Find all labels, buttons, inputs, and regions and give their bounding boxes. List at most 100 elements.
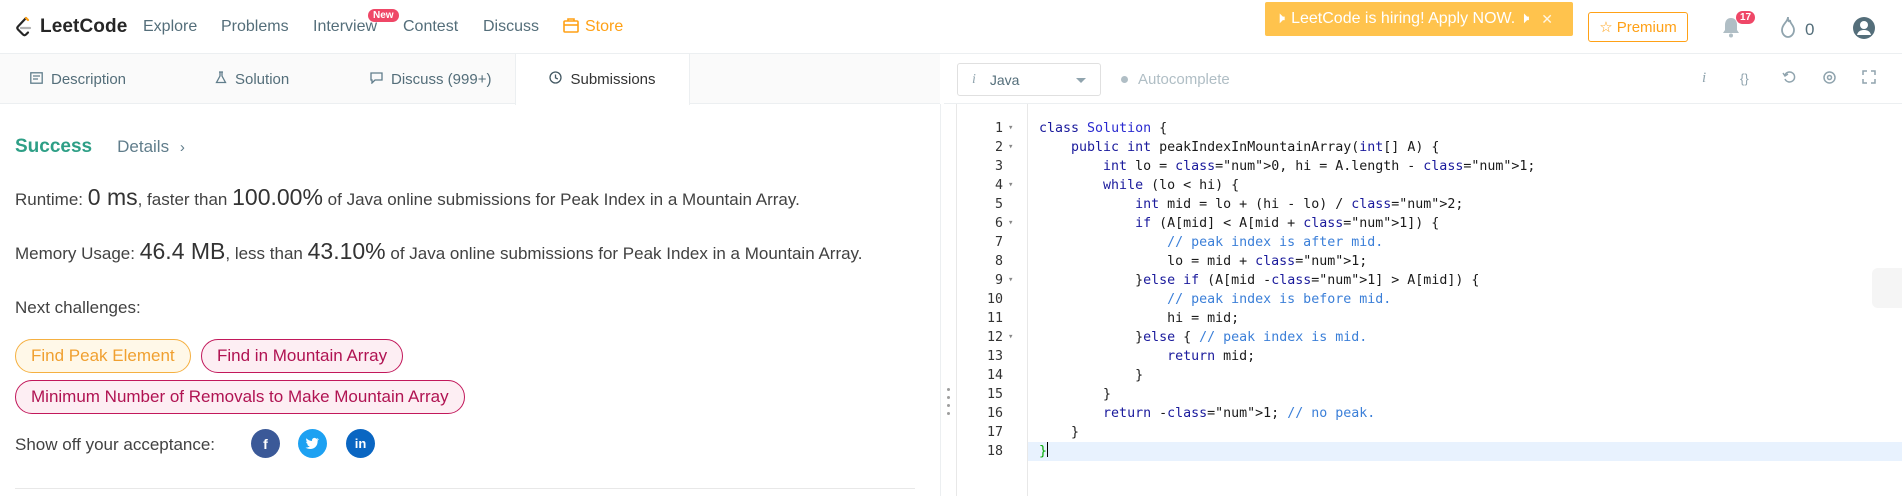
code-line[interactable]: 4 ▾ while (lo < hi) { bbox=[995, 176, 1902, 195]
code-braces-icon[interactable]: {} bbox=[1740, 71, 1749, 86]
line-number: 5 bbox=[994, 197, 1003, 212]
code-line[interactable]: 7 // peak index is after mid. bbox=[995, 233, 1902, 252]
line-number: 1 bbox=[994, 121, 1003, 136]
line-number: 10 bbox=[986, 292, 1003, 307]
tab-submissions[interactable]: Submissions bbox=[515, 54, 690, 105]
code-line[interactable]: 16 return -class="num">1; // no peak. bbox=[987, 404, 1902, 423]
tab-discuss[interactable]: Discuss (999+) bbox=[370, 54, 491, 104]
code-text: }else if (A[mid -class="num">1] > A[mid]… bbox=[1039, 273, 1480, 288]
facebook-icon[interactable]: f bbox=[251, 429, 280, 458]
fold-toggle-icon[interactable]: ▾ bbox=[1008, 328, 1013, 347]
code-line[interactable]: 18} bbox=[987, 442, 1902, 461]
nav-interview[interactable]: Interview bbox=[313, 18, 377, 36]
drag-handle-icon[interactable] bbox=[947, 388, 950, 415]
share-label: Show off your acceptance: bbox=[15, 435, 216, 454]
store-icon bbox=[563, 18, 579, 39]
tab-submissions-label: Submissions bbox=[570, 71, 656, 88]
line-number: 7 bbox=[994, 235, 1003, 250]
code-line[interactable]: 3 int lo = class="num">0, hi = A.length … bbox=[995, 157, 1902, 176]
clock-icon bbox=[549, 71, 563, 88]
new-badge: New bbox=[368, 9, 399, 22]
code-line[interactable]: 8 lo = mid + class="num">1; bbox=[995, 252, 1902, 271]
code-line[interactable]: 12 ▾ }else { // peak index is mid. bbox=[987, 328, 1902, 347]
code-line[interactable]: 15 } bbox=[987, 385, 1902, 404]
memory-label: Memory Usage: bbox=[15, 244, 135, 263]
leetcode-logo[interactable]: LeetCode bbox=[14, 15, 127, 39]
runtime-percent: 100.00% bbox=[232, 184, 323, 210]
fold-toggle-icon[interactable]: ▾ bbox=[1008, 176, 1013, 195]
code-line[interactable]: 14 } bbox=[987, 366, 1902, 385]
problem-tabs: Description Solution Discuss (999+) Subm… bbox=[0, 54, 940, 105]
hiring-banner[interactable]: 🕨 LeetCode is hiring! Apply NOW. 🕨 ✕ bbox=[1265, 2, 1573, 36]
nav-discuss[interactable]: Discuss bbox=[483, 18, 539, 36]
code-text: int lo = class="num">0, hi = A.length - … bbox=[1103, 159, 1536, 174]
flask-icon bbox=[215, 70, 227, 88]
details-label: Details bbox=[117, 137, 170, 156]
fold-toggle-icon[interactable]: ▾ bbox=[1008, 138, 1013, 157]
premium-button[interactable]: ☆ Premium bbox=[1588, 12, 1688, 42]
code-line[interactable]: 6 ▾ if (A[mid] < A[mid + class="num">1]) … bbox=[995, 214, 1902, 233]
code-line[interactable]: 9 ▾ }else if (A[mid -class="num">1] > A[m… bbox=[995, 271, 1902, 290]
code-line[interactable]: 2 ▾ public int peakIndexInMountainArray(i… bbox=[995, 138, 1902, 157]
details-link[interactable]: Details › bbox=[117, 137, 185, 157]
code-text: } bbox=[1039, 425, 1080, 440]
info-icon: i bbox=[972, 71, 976, 87]
document-icon bbox=[30, 71, 43, 88]
fold-toggle-icon[interactable]: ▾ bbox=[1008, 119, 1013, 138]
side-panel-tab[interactable] bbox=[1872, 268, 1902, 308]
code-text: if (A[mid] < A[mid + class="num">1]) { bbox=[1135, 216, 1440, 231]
line-number: 15 bbox=[986, 387, 1003, 402]
memory-stat: Memory Usage: 46.4 MB, less than 43.10% … bbox=[15, 238, 863, 265]
status-row: Success Details › bbox=[15, 136, 185, 158]
nav-contest[interactable]: Contest bbox=[403, 18, 458, 36]
info-icon[interactable]: i bbox=[1702, 70, 1706, 87]
fold-toggle-icon[interactable]: ▾ bbox=[1008, 214, 1013, 233]
runtime-value: 0 ms bbox=[87, 184, 138, 210]
reset-icon[interactable] bbox=[1782, 70, 1796, 88]
code-text: int mid = lo + (hi - lo) / class="num">2… bbox=[1135, 197, 1464, 212]
fold-toggle-icon[interactable]: ▾ bbox=[1008, 271, 1013, 290]
nav-store[interactable]: Store bbox=[563, 18, 623, 39]
megaphone-icon: 🕨 bbox=[1275, 10, 1286, 27]
line-number: 16 bbox=[986, 406, 1003, 421]
code-line[interactable]: 17 } bbox=[987, 423, 1902, 442]
code-text: return mid; bbox=[1167, 349, 1256, 364]
code-text: class Solution { bbox=[1039, 121, 1168, 136]
code-line[interactable]: 10 // peak index is before mid. bbox=[987, 290, 1902, 309]
line-number: 13 bbox=[986, 349, 1003, 364]
code-line[interactable]: 11 hi = mid; bbox=[987, 309, 1902, 328]
code-line[interactable]: 5 int mid = lo + (hi - lo) / class="num"… bbox=[995, 195, 1902, 214]
close-icon[interactable]: ✕ bbox=[1541, 11, 1553, 28]
code-area[interactable]: 1 ▾ class Solution { 2 ▾ public int peakInde… bbox=[987, 119, 1902, 461]
settings-icon[interactable] bbox=[1822, 70, 1837, 89]
code-line[interactable]: 1 ▾ class Solution { bbox=[995, 119, 1902, 138]
streak-counter[interactable]: 0 bbox=[1779, 16, 1814, 43]
code-text: } bbox=[1039, 387, 1112, 402]
challenge-find-peak-element[interactable]: Find Peak Element bbox=[15, 339, 191, 373]
nav-explore[interactable]: Explore bbox=[143, 18, 197, 36]
autocomplete-toggle[interactable]: Autocomplete bbox=[1121, 71, 1230, 88]
nav-problems[interactable]: Problems bbox=[221, 18, 289, 36]
language-select[interactable]: i Java bbox=[957, 63, 1101, 96]
code-editor[interactable]: 1 ▾ class Solution { 2 ▾ public int peakInde… bbox=[956, 104, 1902, 496]
status-success[interactable]: Success bbox=[15, 136, 92, 158]
line-number: 18 bbox=[986, 444, 1003, 459]
avatar[interactable] bbox=[1852, 16, 1876, 45]
tab-description[interactable]: Description bbox=[30, 54, 126, 104]
code-text: // peak index is after mid. bbox=[1167, 235, 1384, 250]
panel-splitter[interactable] bbox=[940, 104, 956, 496]
chevron-right-icon: › bbox=[179, 139, 185, 156]
fullscreen-icon[interactable] bbox=[1862, 70, 1876, 88]
leetcode-logo-icon bbox=[14, 15, 34, 39]
twitter-icon[interactable] bbox=[298, 429, 327, 458]
editor-toolbar: i Java Autocomplete i {} bbox=[944, 54, 1902, 104]
tab-solution[interactable]: Solution bbox=[215, 54, 289, 104]
challenge-find-in-mountain-array[interactable]: Find in Mountain Array bbox=[201, 339, 404, 373]
linkedin-icon[interactable]: in bbox=[346, 429, 375, 458]
line-number: 12 bbox=[986, 330, 1003, 345]
code-line[interactable]: 13 return mid; bbox=[987, 347, 1902, 366]
challenge-minimum-removals[interactable]: Minimum Number of Removals to Make Mount… bbox=[15, 380, 465, 414]
code-text: lo = mid + class="num">1; bbox=[1039, 254, 1368, 269]
runtime-label: Runtime: bbox=[15, 190, 84, 209]
premium-label: Premium bbox=[1616, 18, 1677, 36]
